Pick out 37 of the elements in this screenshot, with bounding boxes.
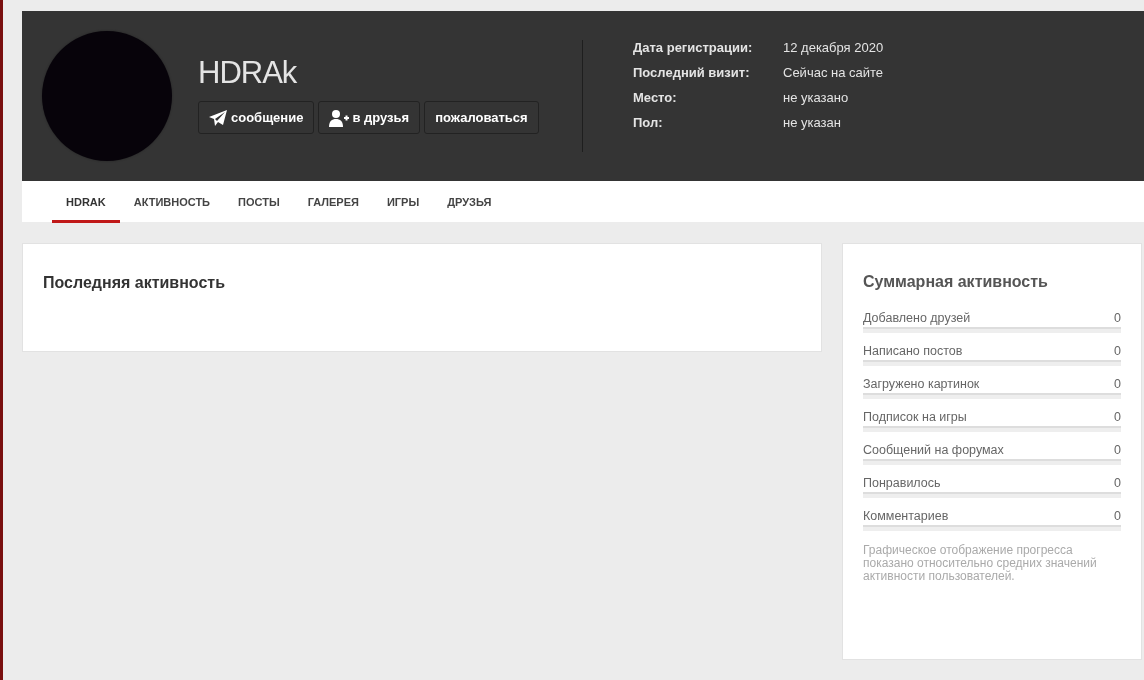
- stat-label: Комментариев: [863, 509, 949, 523]
- info-value: 12 декабря 2020: [783, 40, 884, 55]
- info-label: Дата регистрации:: [633, 40, 754, 55]
- stat-value: 0: [1114, 443, 1121, 457]
- report-button[interactable]: пожаловаться: [424, 101, 539, 134]
- stat-label: Загружено картинок: [863, 377, 980, 391]
- stat-label: Понравилось: [863, 476, 941, 490]
- add-friend-button[interactable]: в друзья: [318, 101, 421, 134]
- info-label: Последний визит:: [633, 65, 751, 80]
- card-title: Последняя активность: [43, 274, 226, 292]
- add-user-icon: [329, 108, 350, 127]
- profile-tab[interactable]: ПОСТЫ: [224, 181, 294, 223]
- profile-tab[interactable]: АКТИВНОСТЬ: [119, 181, 225, 223]
- paper-plane-icon: [209, 109, 228, 126]
- stat-value: 0: [1114, 509, 1121, 523]
- stat-value: 0: [1114, 311, 1121, 325]
- username: HDRAk: [198, 55, 298, 91]
- stat-value: 0: [1114, 344, 1121, 358]
- info-value: Сейчас на сайте: [783, 65, 884, 80]
- info-value: не указан: [783, 115, 842, 130]
- card-title: Суммарная активность: [863, 273, 1049, 291]
- profile-tab[interactable]: HDRAK: [52, 181, 120, 223]
- stat-label: Подписок на игры: [863, 410, 967, 424]
- stat-label: Сообщений на форумах: [863, 443, 1004, 457]
- stat-value: 0: [1114, 377, 1121, 391]
- footnote: Графическое отображение прогресса показано относительно средних значений активности пользователей.: [863, 544, 1098, 583]
- info-label: Место:: [633, 90, 678, 105]
- stat-value: 0: [1114, 476, 1121, 490]
- stat-value: 0: [1114, 410, 1121, 424]
- message-button[interactable]: сообщение: [198, 101, 315, 134]
- profile-tab[interactable]: ИГРЫ: [372, 181, 434, 223]
- info-label: Пол:: [633, 115, 664, 130]
- profile-tab[interactable]: ГАЛЕРЕЯ: [293, 181, 373, 223]
- stat-label: Написано постов: [863, 344, 963, 358]
- info-value: не указано: [783, 90, 850, 105]
- stat-label: Добавлено друзей: [863, 311, 971, 325]
- profile-tab[interactable]: ДРУЗЬЯ: [433, 181, 506, 223]
